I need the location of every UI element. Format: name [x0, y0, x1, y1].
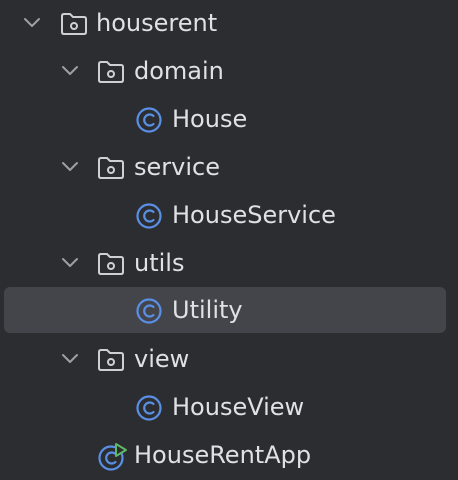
tree-row-view[interactable]: view	[0, 336, 458, 384]
tree-label-houseservice: HouseService	[172, 201, 336, 229]
package-folder-icon	[97, 251, 125, 277]
tree-label-domain: domain	[134, 57, 224, 85]
runnable-class-icon	[96, 443, 127, 471]
class-icon	[134, 203, 162, 229]
class-icon	[134, 395, 162, 421]
class-icon	[134, 298, 162, 324]
package-folder-icon	[97, 347, 125, 373]
chevron-down-icon[interactable]	[60, 349, 80, 369]
tree-row-houseview[interactable]: HouseView	[0, 384, 458, 432]
tree-row-houseservice[interactable]: HouseService	[0, 192, 458, 240]
tree-label-houserentapp: HouseRentApp	[134, 441, 312, 469]
tree-label-service: service	[134, 153, 220, 181]
tree-label-houserent: houserent	[96, 9, 218, 37]
tree-row-houserent[interactable]: houserent	[0, 0, 458, 48]
tree-row-service[interactable]: service	[0, 144, 458, 192]
chevron-down-icon[interactable]	[60, 61, 80, 81]
package-folder-icon	[97, 155, 125, 181]
chevron-down-icon[interactable]	[22, 13, 42, 33]
tree-label-utils: utils	[134, 249, 185, 277]
tree-row-utils[interactable]: utils	[0, 240, 458, 288]
project-tree: houserent domain House service HouseServ…	[0, 0, 458, 480]
tree-label-houseview: HouseView	[172, 393, 305, 421]
chevron-down-icon[interactable]	[60, 157, 80, 177]
tree-row-utility[interactable]: Utility	[0, 287, 458, 335]
chevron-down-icon[interactable]	[60, 253, 80, 273]
package-folder-icon	[60, 11, 88, 37]
tree-label-view: view	[134, 345, 190, 373]
package-folder-icon	[97, 59, 125, 85]
class-icon	[134, 107, 162, 133]
tree-row-domain[interactable]: domain	[0, 48, 458, 96]
tree-row-houserentapp[interactable]: HouseRentApp	[0, 432, 458, 480]
tree-label-house: House	[172, 105, 248, 133]
tree-row-house[interactable]: House	[0, 96, 458, 144]
tree-label-utility: Utility	[172, 296, 243, 324]
